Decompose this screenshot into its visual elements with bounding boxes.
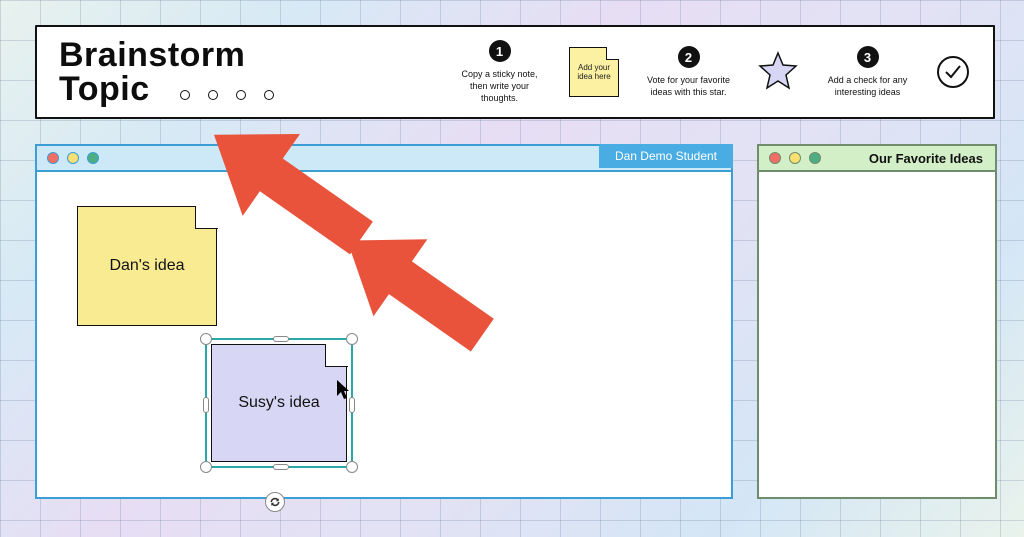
- step-1: 1 Copy a sticky note, then write your th…: [452, 40, 547, 104]
- sticky-example-text: Add your idea here: [570, 63, 618, 81]
- instruction-bar: Brainstorm Topic 1 Copy a sticky note, t…: [35, 25, 995, 119]
- page-title: Brainstorm Topic: [59, 38, 274, 106]
- minimize-icon[interactable]: [67, 152, 79, 164]
- step-text: Vote for your favorite ideas with this s…: [641, 74, 736, 98]
- step-2: 2 Vote for your favorite ideas with this…: [641, 46, 736, 98]
- maximize-icon[interactable]: [87, 152, 99, 164]
- dot-icon: [180, 90, 190, 100]
- dot-icon: [264, 90, 274, 100]
- close-icon[interactable]: [769, 152, 781, 164]
- step-number-icon: 2: [678, 46, 700, 68]
- sticky-text: Susy's idea: [238, 394, 319, 412]
- window-controls[interactable]: [769, 152, 821, 164]
- progress-dots: [180, 90, 274, 100]
- resize-handle-icon[interactable]: [200, 461, 212, 473]
- check-icon: [937, 56, 969, 88]
- dot-icon: [236, 90, 246, 100]
- title-line2: Topic: [59, 72, 150, 106]
- maximize-icon[interactable]: [809, 152, 821, 164]
- resize-handle-icon[interactable]: [203, 397, 209, 413]
- favorites-window[interactable]: Our Favorite Ideas: [757, 144, 997, 499]
- resize-handle-icon[interactable]: [346, 461, 358, 473]
- step-text: Copy a sticky note, then write your thou…: [452, 68, 547, 104]
- sticky-note-example-icon: Add your idea here: [569, 47, 619, 97]
- window-controls[interactable]: [47, 152, 99, 164]
- steps-row: 1 Copy a sticky note, then write your th…: [452, 40, 969, 104]
- resize-handle-icon[interactable]: [273, 336, 289, 342]
- window-titlebar[interactable]: Our Favorite Ideas: [759, 146, 995, 172]
- close-icon[interactable]: [47, 152, 59, 164]
- cursor-icon: [337, 380, 352, 400]
- minimize-icon[interactable]: [789, 152, 801, 164]
- star-icon: [758, 50, 798, 95]
- dot-icon: [208, 90, 218, 100]
- favorites-title: Our Favorite Ideas: [869, 151, 983, 166]
- arrow-annotation-icon: [325, 210, 525, 380]
- step-3: 3 Add a check for any interesting ideas: [820, 46, 915, 98]
- window-owner-label: Dan Demo Student: [599, 144, 733, 168]
- sync-button[interactable]: [265, 492, 285, 512]
- step-number-icon: 3: [857, 46, 879, 68]
- sticky-text: Dan's idea: [109, 257, 184, 275]
- title-line1: Brainstorm: [59, 38, 274, 72]
- step-number-icon: 1: [489, 40, 511, 62]
- step-text: Add a check for any interesting ideas: [820, 74, 915, 98]
- resize-handle-icon[interactable]: [273, 464, 289, 470]
